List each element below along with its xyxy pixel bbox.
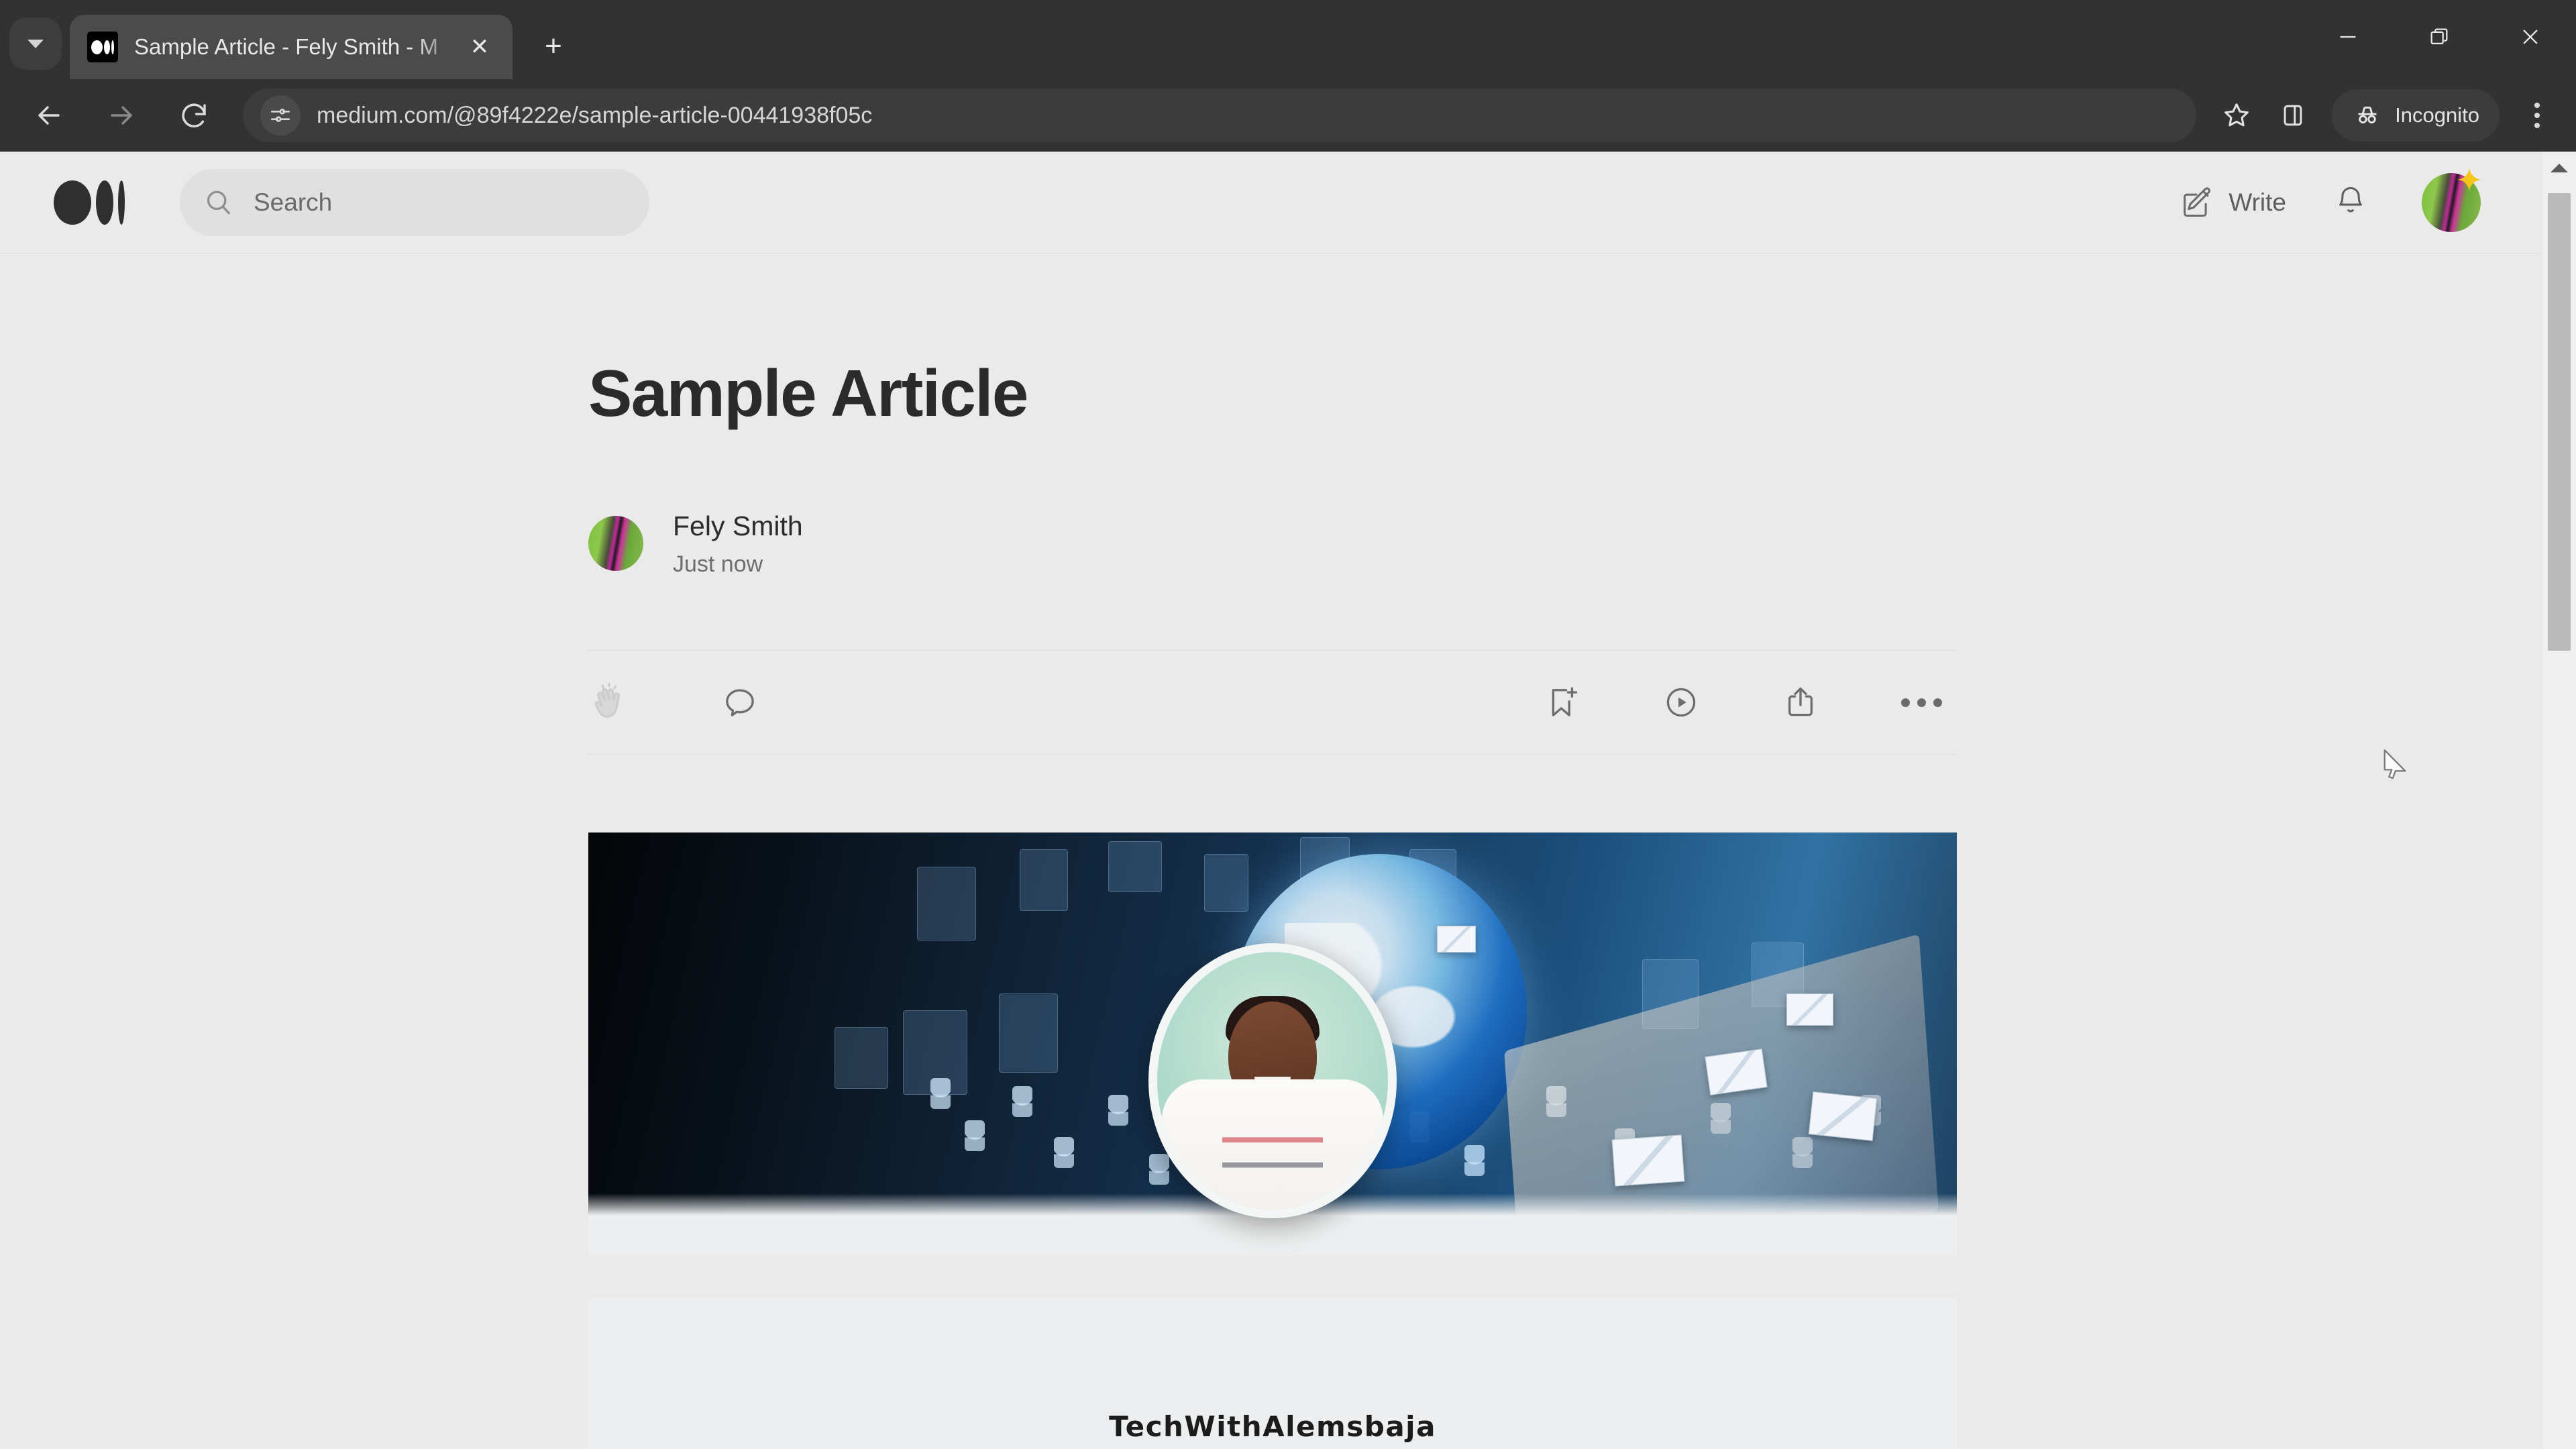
page-viewport: Search Write ✦ Sample Article Fely Smith… [0, 152, 2576, 1449]
author-name[interactable]: Fely Smith [673, 509, 803, 543]
portrait-photo [1148, 943, 1397, 1219]
page-title: Sample Article [588, 356, 1028, 430]
site-header: Search Write ✦ [0, 152, 2542, 254]
incognito-label: Incognito [2395, 103, 2479, 127]
share-button[interactable] [1782, 684, 1819, 721]
close-window-button[interactable] [2485, 0, 2576, 74]
reload-button[interactable] [165, 87, 223, 144]
minimize-button[interactable] [2302, 0, 2394, 74]
scroll-up-arrow-icon [2551, 163, 2568, 172]
scrollbar-thumb[interactable] [2548, 193, 2571, 651]
page-scrollbar[interactable] [2542, 152, 2576, 1449]
hero-caption: TechWithAlemsbaja [1109, 1410, 1436, 1443]
bookmark-add-icon [1552, 687, 1578, 717]
url-text: medium.com/@89f4222e/sample-article-0044… [317, 102, 873, 128]
back-button[interactable] [20, 87, 78, 144]
search-icon [207, 191, 230, 214]
comment-button[interactable] [721, 684, 759, 721]
write-button[interactable]: Write [2179, 185, 2286, 220]
hero-image [588, 833, 1957, 1256]
byline: Fely Smith Just now [588, 509, 1957, 578]
tab-search-button[interactable] [9, 17, 62, 70]
browser-menu-button[interactable] [2510, 87, 2564, 144]
clap-icon [594, 683, 621, 718]
hero-figure [588, 833, 1957, 1256]
share-icon [1788, 688, 1813, 716]
page-info-icon[interactable] [260, 95, 301, 136]
write-label: Write [2229, 188, 2286, 216]
side-panel-icon[interactable] [2265, 87, 2321, 144]
address-bar[interactable]: medium.com/@89f4222e/sample-article-0044… [243, 89, 2197, 142]
medium-favicon-icon [87, 32, 118, 62]
bell-icon [2339, 186, 2362, 213]
search-input[interactable]: Search [180, 168, 649, 236]
scroll-up-button[interactable] [2542, 152, 2576, 184]
window-controls [2302, 0, 2576, 74]
tab-close-button[interactable]: ✕ [462, 29, 498, 65]
bookmark-star-icon[interactable] [2208, 87, 2265, 144]
publish-date: Just now [673, 551, 763, 578]
comment-icon [726, 689, 754, 717]
tab-title: Sample Article - Fely Smith - M [134, 34, 438, 59]
star-badge-icon: ✦ [2455, 161, 2483, 199]
search-placeholder: Search [254, 188, 333, 216]
browser-window: Sample Article - Fely Smith - M ✕ + medi… [0, 0, 2576, 1449]
browser-toolbar: medium.com/@89f4222e/sample-article-0044… [0, 79, 2576, 152]
browser-tab[interactable]: Sample Article - Fely Smith - M ✕ [70, 15, 513, 79]
forward-button[interactable] [93, 87, 150, 144]
mouse-cursor [2381, 748, 2412, 793]
article-action-bar [588, 650, 1957, 755]
more-options-button[interactable] [1901, 698, 1942, 707]
bookmark-button[interactable] [1543, 684, 1580, 721]
clap-button[interactable] [588, 682, 629, 722]
author-avatar[interactable] [588, 516, 643, 572]
tab-strip: Sample Article - Fely Smith - M ✕ + [0, 0, 2576, 79]
incognito-indicator[interactable]: Incognito [2332, 89, 2500, 142]
write-icon [2184, 186, 2211, 217]
listen-button[interactable] [1662, 684, 1700, 721]
chevron-down-icon [28, 39, 44, 48]
restore-button[interactable] [2394, 0, 2485, 74]
medium-logo[interactable] [54, 180, 125, 225]
play-circle-icon [1666, 688, 1696, 717]
new-tab-button[interactable]: + [530, 23, 577, 70]
notifications-button[interactable] [2333, 183, 2368, 221]
avatar[interactable]: ✦ [2422, 164, 2483, 232]
article: Sample Article Fely Smith Just now [0, 356, 2542, 1256]
